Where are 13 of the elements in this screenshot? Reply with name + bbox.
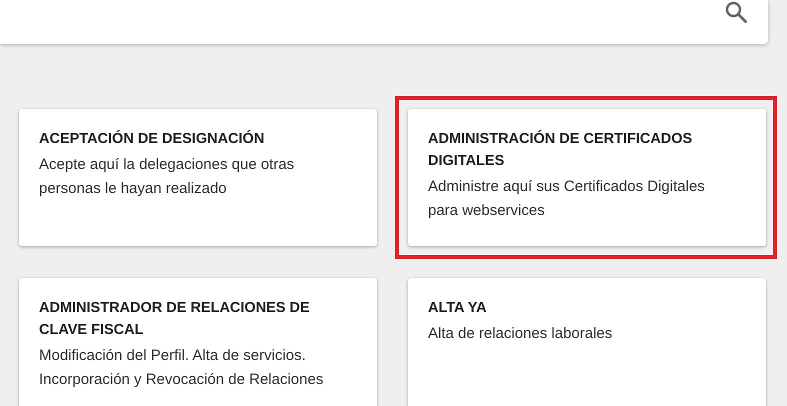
service-card[interactable]: ALTA YA Alta de relaciones laborales (408, 278, 766, 406)
card-title: ADMINISTRACIÓN DE CERTIFICADOS DIGITALES (428, 129, 694, 171)
search-icon[interactable] (724, 0, 748, 24)
service-card[interactable]: ADMINISTRADOR DE RELACIONES DE CLAVE FISCAL Modificación del Perfil. Alta de servicios. Incorporación y Revocación de Relaciones (19, 278, 377, 406)
card-description: Modificación del Perfil. Alta de servicios. Incorporación y Revocación de Relaciones (39, 346, 324, 390)
service-card[interactable]: ADMINISTRACIÓN DE CERTIFICADOS DIGITALES Administre aquí sus Certificados Digitales para webservices (408, 109, 766, 246)
card-title: ADMINISTRADOR DE RELACIONES DE CLAVE FISCAL (39, 299, 311, 340)
card-description: Acepte aquí la delegaciones que otras personas le hayan realizado (39, 155, 296, 199)
card-title: ACEPTACIÓN DE DESIGNACIÓN (39, 129, 266, 149)
card-title: ALTA YA (428, 299, 488, 318)
card-description: Administre aquí sus Certificados Digitales para webservices (428, 177, 706, 221)
service-card[interactable]: ACEPTACIÓN DE DESIGNACIÓN Acepte aquí la delegaciones que otras personas le hayan realizado (19, 109, 377, 246)
card-description: Alta de relaciones laborales (428, 324, 614, 344)
